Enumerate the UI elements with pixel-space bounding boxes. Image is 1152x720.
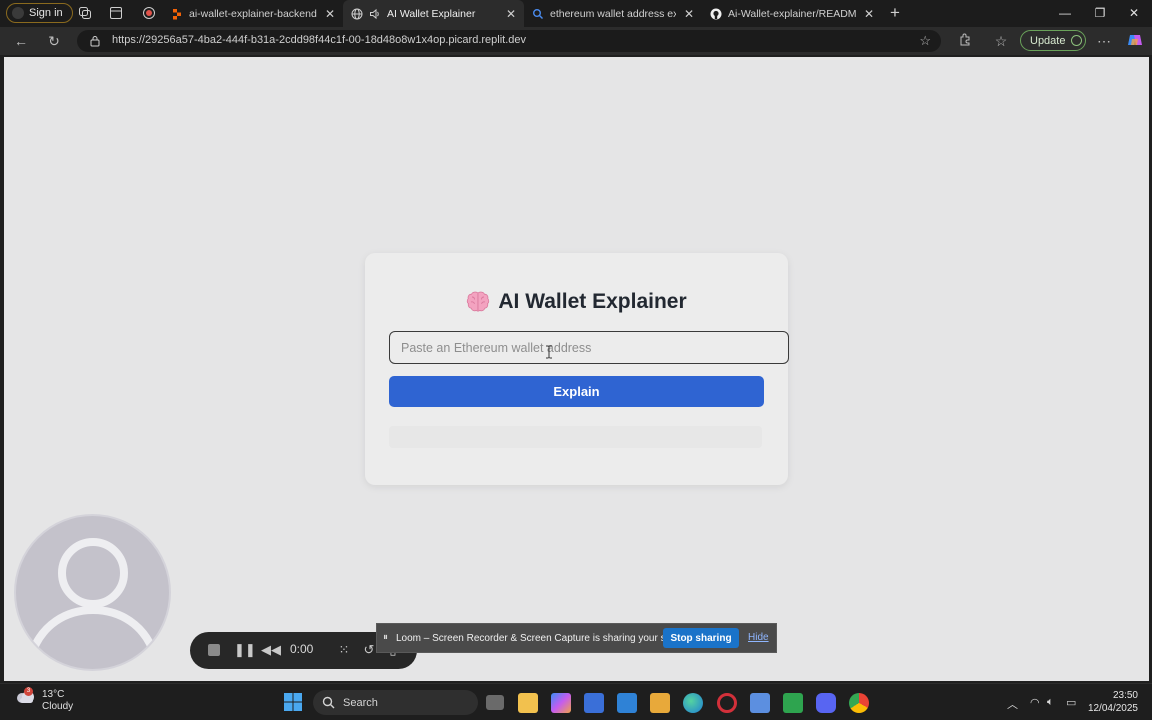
tab-ethereum-search[interactable]: ethereum wallet address example ✕ <box>524 0 702 27</box>
wifi-icon[interactable]: ◠ <box>1030 696 1040 709</box>
new-tab-icon[interactable]: + <box>887 3 903 22</box>
notepad-icon[interactable] <box>750 693 770 713</box>
weather-desc: Cloudy <box>42 701 74 712</box>
minimize-icon[interactable]: — <box>1051 4 1079 22</box>
result-area <box>389 426 762 448</box>
windows-taskbar: 3 13°C Cloudy Search ︿ ◠ 🔈︎ ▭ 23:50 12/0… <box>0 683 1152 720</box>
opera-icon[interactable] <box>717 693 737 713</box>
tray-overflow-icon[interactable]: ︿ <box>1007 696 1018 712</box>
edge-icon[interactable] <box>683 693 703 713</box>
tab-ai-wallet-explainer[interactable]: AI Wallet Explainer ✕ <box>343 0 524 27</box>
update-button[interactable]: Update <box>1020 30 1086 51</box>
recording-time: 0:00 <box>290 642 314 656</box>
copilot-icon[interactable] <box>1126 32 1144 50</box>
hide-banner-link[interactable]: Hide <box>748 632 769 643</box>
weather-temp: 13°C <box>42 689 65 700</box>
volume-icon[interactable]: 🔈︎ <box>1047 696 1054 709</box>
github-icon <box>710 8 722 19</box>
tab-title: ai-wallet-explainer-backend - Rep <box>189 7 317 20</box>
windows-start-icon[interactable] <box>284 693 302 711</box>
battery-icon[interactable]: ▭ <box>1066 696 1076 709</box>
maximize-icon[interactable]: ❐ <box>1086 4 1114 22</box>
lock-icon[interactable] <box>89 35 101 47</box>
weather-widget[interactable]: 3 13°C Cloudy <box>14 687 74 713</box>
restart-icon[interactable]: ↺ <box>361 641 377 659</box>
screen-sharing-banner: ⏸ Loom – Screen Recorder & Screen Captur… <box>376 623 777 653</box>
close-icon[interactable]: ✕ <box>862 7 876 21</box>
signin-button[interactable]: Sign in <box>6 3 73 23</box>
visual-studio-icon[interactable] <box>584 693 604 713</box>
file-explorer-icon[interactable] <box>518 693 538 713</box>
page-viewport: AI Wallet Explainer Explain <box>4 57 1149 681</box>
rewind-icon[interactable]: ◀◀ <box>261 641 281 659</box>
url-text[interactable]: https://29256a57-4ba2-444f-b31a-2cdd98f4… <box>112 34 526 46</box>
profile-avatar-icon <box>12 7 24 19</box>
weather-badge: 3 <box>24 687 33 696</box>
excel-icon[interactable] <box>783 693 803 713</box>
tab-backend[interactable]: ai-wallet-explainer-backend - Rep ✕ <box>163 0 343 27</box>
clock-date: 12/04/2025 <box>1087 703 1138 714</box>
tab-title: Ai-Wallet-explainer/README.md <box>728 7 856 20</box>
tab-title: ethereum wallet address example <box>550 7 676 20</box>
replit-icon <box>173 8 181 19</box>
update-status-icon <box>1071 35 1083 46</box>
search-label: Search <box>343 696 378 709</box>
favorites-icon[interactable]: ☆ <box>992 32 1010 50</box>
back-icon[interactable]: ← <box>12 32 30 50</box>
user-avatar-icon <box>27 538 159 658</box>
discord-icon[interactable] <box>816 693 836 713</box>
refresh-icon[interactable]: ↻ <box>45 32 63 50</box>
wallet-address-input[interactable] <box>389 331 789 364</box>
cloud-icon: 3 <box>14 687 36 705</box>
record-icon[interactable] <box>141 5 157 21</box>
update-label: Update <box>1030 34 1066 47</box>
tab-github-readme[interactable]: Ai-Wallet-explainer/README.md ✕ <box>702 0 882 27</box>
close-icon[interactable]: ✕ <box>323 7 337 21</box>
pause-icon[interactable]: ❚❚ <box>234 641 256 659</box>
stop-sharing-button[interactable]: Stop sharing <box>663 628 739 648</box>
address-bar[interactable]: https://29256a57-4ba2-444f-b31a-2cdd98f4… <box>77 30 941 52</box>
drag-handle-icon[interactable]: ⏸ <box>383 632 388 643</box>
clock-time: 23:50 <box>1112 690 1138 701</box>
close-window-icon[interactable]: ✕ <box>1120 4 1148 22</box>
copilot-app-icon[interactable] <box>551 693 571 713</box>
snipping-tool-icon[interactable] <box>650 693 670 713</box>
brain-icon <box>467 291 490 312</box>
close-icon[interactable]: ✕ <box>682 7 696 21</box>
globe-icon <box>351 8 363 19</box>
tab-strip: Sign in ai-wallet-explainer-backend - Re… <box>0 0 1152 27</box>
drawing-tools-icon[interactable]: ⁙ <box>336 641 352 659</box>
chrome-icon[interactable] <box>849 693 869 713</box>
speaker-icon[interactable] <box>369 8 381 20</box>
wallet-explainer-card: AI Wallet Explainer Explain <box>365 253 789 485</box>
favorite-star-icon[interactable]: ☆ <box>919 33 931 49</box>
loom-webcam-bubble[interactable] <box>14 514 171 671</box>
search-icon <box>533 8 543 19</box>
taskbar-search[interactable]: Search <box>313 690 478 715</box>
system-clock[interactable]: 23:50 12/04/2025 <box>1088 689 1138 715</box>
signin-label: Sign in <box>29 7 63 19</box>
workspaces-icon[interactable] <box>77 5 93 21</box>
tab-title: AI Wallet Explainer <box>387 7 476 20</box>
text-cursor-icon <box>546 345 552 359</box>
task-view-icon[interactable] <box>486 695 504 710</box>
more-menu-icon[interactable]: ⋯ <box>1095 32 1113 50</box>
search-icon <box>322 696 335 709</box>
title-text: AI Wallet Explainer <box>498 290 687 313</box>
navigation-bar: ← ↻ https://29256a57-4ba2-444f-b31a-2cdd… <box>0 27 1152 55</box>
tab-actions-icon[interactable] <box>108 5 124 21</box>
sharing-message: Loom – Screen Recorder & Screen Capture … <box>396 633 694 644</box>
explain-button[interactable]: Explain <box>389 376 764 407</box>
page-title: AI Wallet Explainer <box>365 290 788 314</box>
extensions-icon[interactable] <box>956 32 974 50</box>
store-icon[interactable] <box>617 693 637 713</box>
close-icon[interactable]: ✕ <box>504 7 518 21</box>
stop-recording-icon[interactable] <box>206 641 222 659</box>
